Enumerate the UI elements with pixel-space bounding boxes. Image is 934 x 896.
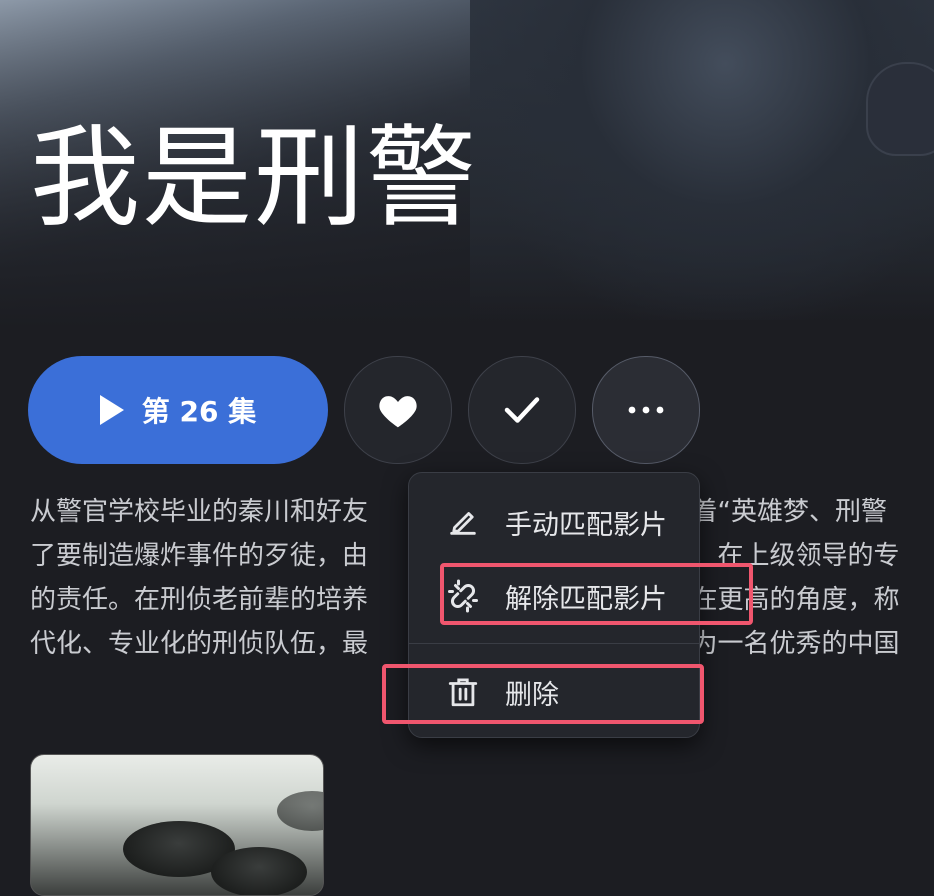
check-icon	[504, 397, 540, 423]
episode-thumbnail[interactable]	[30, 754, 324, 896]
more-options-button[interactable]	[592, 356, 700, 464]
menu-item-label: 手动匹配影片	[505, 509, 667, 541]
edit-pencil-icon	[443, 502, 483, 542]
thumbnail-image-detail	[277, 791, 323, 831]
more-horizontal-icon	[628, 406, 664, 414]
highlight-box-unmatch	[440, 563, 753, 625]
favorite-button[interactable]	[344, 356, 452, 464]
highlight-box-delete	[382, 664, 704, 724]
play-icon	[99, 395, 124, 425]
thumbnail-image-detail	[211, 847, 307, 895]
menu-divider	[409, 643, 699, 644]
heart-icon	[379, 396, 417, 428]
play-episode-button[interactable]: 第 26 集	[28, 356, 328, 464]
hero-figure-image	[470, 0, 934, 320]
mark-watched-button[interactable]	[468, 356, 576, 464]
page-title: 我是刑警	[30, 114, 478, 242]
menu-item-manual-match[interactable]: 手动匹配影片	[409, 485, 699, 559]
police-badge-image	[866, 62, 934, 156]
play-episode-label: 第 26 集	[141, 395, 257, 428]
